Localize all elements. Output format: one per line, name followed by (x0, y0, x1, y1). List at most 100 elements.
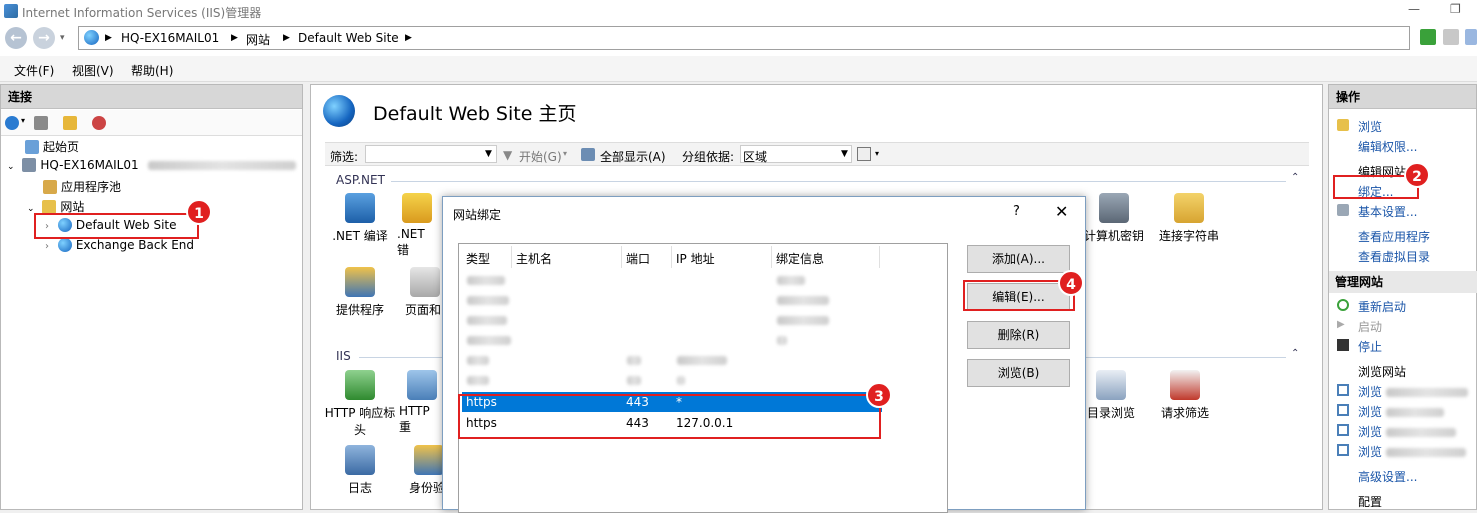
action-restart[interactable]: 重新启动 (1358, 298, 1406, 315)
chevron-right-icon: ▶ (283, 33, 290, 43)
restore-icon[interactable]: ❐ (1450, 2, 1461, 16)
action-advanced-settings[interactable]: 高级设置... (1358, 468, 1417, 485)
table-row[interactable] (462, 330, 882, 350)
feature-machine-key[interactable]: 计算机密钥 (1079, 193, 1149, 244)
collapse-icon[interactable]: ⌃ (1291, 172, 1299, 183)
menu-help[interactable]: 帮助(H) (131, 62, 173, 79)
chevron-down-icon[interactable]: ▾ (563, 149, 567, 158)
tree-item-app-pools[interactable]: 应用程序池 (43, 178, 121, 195)
browse-button[interactable]: 浏览(B) (967, 359, 1070, 387)
annotation-badge: 3 (866, 382, 892, 408)
column-host[interactable]: 主机名 (516, 250, 552, 267)
feature-net-error[interactable]: .NET 错 (397, 193, 437, 258)
chevron-down-icon[interactable]: ▾ (21, 116, 25, 125)
action-browse[interactable]: 浏览 (1358, 118, 1382, 135)
chevron-down-icon[interactable]: ▾ (875, 149, 879, 158)
save-icon[interactable] (34, 116, 48, 130)
group-aspnet[interactable]: ASP.NET (336, 173, 385, 187)
action-view-applications[interactable]: 查看应用程序 (1358, 228, 1430, 245)
action-view-virtual-directories[interactable]: 查看虚拟目录 (1358, 248, 1430, 265)
breadcrumb-site[interactable]: Default Web Site (298, 31, 399, 45)
sites-folder-icon (42, 200, 57, 214)
group-iis[interactable]: IIS (336, 349, 351, 363)
action-edit-permissions[interactable]: 编辑权限... (1358, 138, 1417, 155)
feature-net-compile[interactable]: .NET 编译 (322, 193, 398, 244)
table-row[interactable] (462, 270, 882, 290)
minimize-icon[interactable]: — (1408, 2, 1420, 16)
feature-connection-strings[interactable]: 连接字符串 (1149, 193, 1229, 244)
chevron-down-icon[interactable]: ▼ (841, 149, 848, 159)
column-type[interactable]: 类型 (466, 250, 490, 267)
up-folder-icon[interactable] (63, 116, 77, 130)
breadcrumb-server[interactable]: HQ-EX16MAIL01 (121, 31, 219, 45)
dialog-title: 网站绑定 (453, 208, 502, 222)
disconnect-icon[interactable] (92, 116, 106, 130)
view-mode-icon[interactable] (857, 147, 871, 161)
table-row[interactable] (462, 310, 882, 330)
action-browse-binding[interactable]: 浏览 (1358, 423, 1456, 440)
feature-http-redirect[interactable]: HTTP 重 (399, 370, 444, 435)
redacted-text (467, 376, 489, 385)
tree-item-start-page[interactable]: 起始页 (25, 138, 79, 155)
table-row[interactable] (462, 350, 882, 370)
show-all-button[interactable]: 全部显示(A) (600, 148, 666, 165)
address-row: ← → ▾ ▶ HQ-EX16MAIL01 ▶ 网站 ▶ Default Web… (0, 22, 1477, 56)
chevron-right-icon: ▶ (231, 33, 238, 43)
action-browse-binding[interactable]: 浏览 (1358, 403, 1444, 420)
bindings-list[interactable]: 类型 主机名 端口 IP 地址 绑定信息 https 443 * https 4… (458, 243, 948, 513)
feature-request-filtering[interactable]: 请求筛选 (1149, 370, 1221, 421)
column-divider (771, 246, 772, 268)
redacted-text (148, 161, 297, 170)
chevron-down-icon[interactable]: ⌄ (7, 162, 15, 172)
feature-logging[interactable]: 日志 (322, 445, 398, 496)
redacted-text (467, 356, 489, 365)
history-dropdown-icon[interactable]: ▾ (60, 33, 65, 43)
tree-label: 网站 (60, 200, 85, 214)
logging-icon (345, 445, 375, 475)
help-icon[interactable] (1465, 29, 1477, 45)
feature-providers[interactable]: 提供程序 (322, 267, 398, 318)
start-filter-button[interactable]: 开始(G) (519, 148, 562, 165)
window-title: Internet Information Services (IIS)管理器 (22, 6, 262, 20)
feature-pages[interactable]: 页面和 (405, 267, 445, 318)
back-button[interactable]: ← (5, 27, 27, 49)
filter-input[interactable] (365, 145, 497, 163)
column-binding-info[interactable]: 绑定信息 (776, 250, 824, 267)
action-browse-binding[interactable]: 浏览 (1358, 443, 1466, 460)
filter-funnel-icon: ▼ (503, 148, 513, 162)
table-row[interactable] (462, 370, 882, 390)
feature-directory-browsing[interactable]: 目录浏览 (1079, 370, 1143, 421)
collapse-icon[interactable]: ⌃ (1291, 348, 1299, 359)
chevron-down-icon[interactable]: ▼ (485, 149, 492, 159)
request-filtering-icon (1170, 370, 1200, 400)
feature-http-response-headers[interactable]: HTTP 响应标头 (322, 370, 398, 438)
column-port[interactable]: 端口 (626, 250, 650, 267)
connection-strings-icon (1174, 193, 1204, 223)
chevron-right-icon[interactable]: › (45, 241, 49, 252)
annotation-badge: 4 (1058, 270, 1084, 296)
table-row[interactable] (462, 290, 882, 310)
forward-button[interactable]: → (33, 27, 55, 49)
menu-file[interactable]: 文件(F) (14, 62, 54, 79)
action-browse-binding[interactable]: 浏览 (1358, 383, 1468, 400)
column-ip[interactable]: IP 地址 (676, 250, 715, 267)
redacted-text (1385, 388, 1468, 397)
action-stop[interactable]: 停止 (1358, 338, 1382, 355)
refresh-icon[interactable] (1420, 29, 1436, 45)
breadcrumb-sites[interactable]: 网站 (246, 31, 270, 48)
tree-item-server[interactable]: ⌄ HQ-EX16MAIL01 (7, 158, 297, 172)
dialog-close-button[interactable]: ✕ (1055, 202, 1068, 221)
menu-view[interactable]: 视图(V) (72, 62, 114, 79)
stop-icon[interactable] (1443, 29, 1459, 45)
globe-icon (323, 95, 355, 127)
dialog-help-button[interactable]: ? (1013, 204, 1020, 219)
stop-icon (1337, 339, 1349, 351)
address-bar[interactable]: ▶ HQ-EX16MAIL01 ▶ 网站 ▶ Default Web Site … (78, 26, 1410, 50)
feature-label: 请求筛选 (1160, 406, 1209, 420)
tree-item-exchange-back-end[interactable]: › Exchange Back End (45, 238, 194, 252)
connect-icon[interactable] (5, 116, 19, 130)
add-button[interactable]: 添加(A)... (967, 245, 1070, 273)
action-basic-settings[interactable]: 基本设置... (1358, 203, 1417, 220)
remove-button[interactable]: 删除(R) (967, 321, 1070, 349)
start-page-icon (25, 140, 39, 154)
